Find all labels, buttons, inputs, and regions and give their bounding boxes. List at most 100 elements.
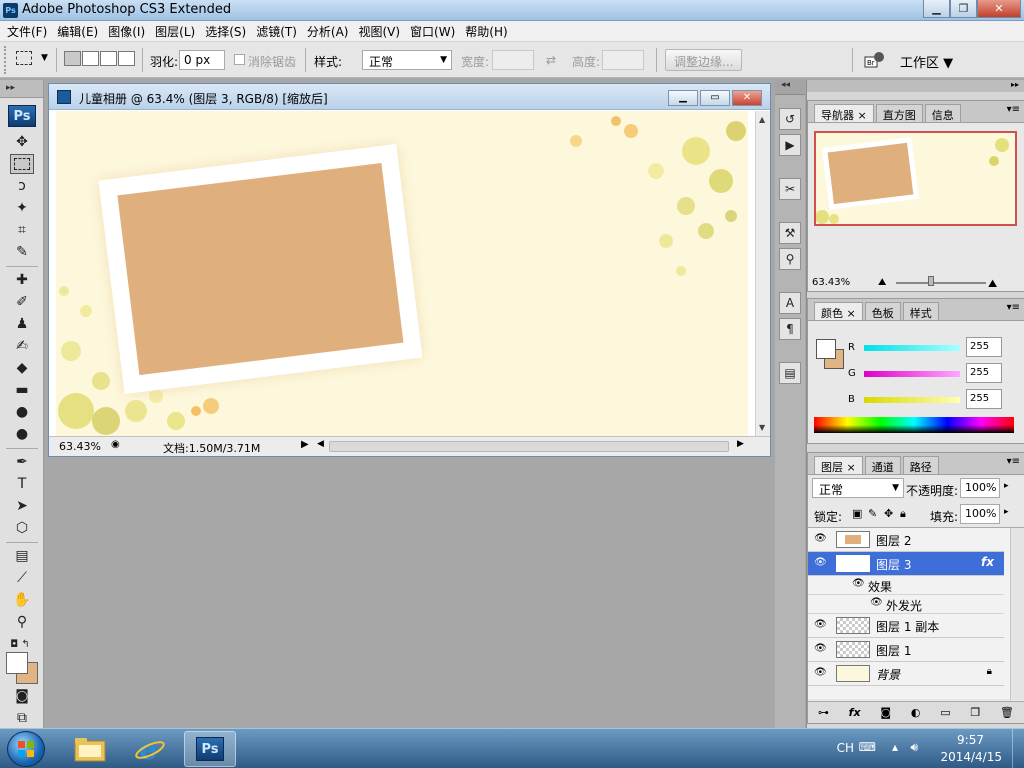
new-layer-icon[interactable]: ❐ — [970, 706, 980, 719]
pen-tool-icon[interactable]: ✒ — [10, 452, 34, 472]
scroll-right-icon[interactable]: ▶ — [737, 439, 744, 449]
foreground-color-swatch[interactable] — [6, 652, 28, 674]
zoom-tool-icon[interactable]: ⚲ — [10, 612, 34, 632]
move-tool-icon[interactable]: ✥ — [10, 132, 34, 152]
panel-menu-icon[interactable]: ▾≡ — [1007, 104, 1020, 115]
quick-mask-icon[interactable]: ◙ — [10, 686, 34, 706]
style-select[interactable]: 正常 ▼ — [362, 50, 452, 70]
opacity-arrow-icon[interactable]: ▸ — [1004, 481, 1009, 491]
swap-icon[interactable]: ⇄ — [546, 53, 556, 67]
new-group-icon[interactable]: ▭ — [940, 706, 950, 719]
start-button[interactable] — [7, 731, 45, 767]
layer-row[interactable]: 👁︎ 图层 1 — [808, 638, 1004, 662]
clock-time[interactable]: 9:57 — [957, 733, 984, 747]
layer-row[interactable]: 👁︎ 图层 3 fx — [808, 552, 1004, 576]
tool-preset-icon[interactable] — [16, 51, 32, 65]
intersect-selection-icon[interactable] — [118, 51, 135, 66]
menu-layer[interactable]: 图层(L) — [150, 23, 200, 40]
healing-brush-icon[interactable]: ✚ — [10, 270, 34, 290]
type-tool-icon[interactable]: T — [10, 474, 34, 494]
zoom-slider-handle[interactable] — [928, 276, 934, 286]
clone-stamp-icon[interactable]: ♟ — [10, 314, 34, 334]
toolbox-header[interactable]: ▸▸ — [0, 80, 43, 98]
crop-tool-icon[interactable]: ⌗ — [10, 220, 34, 240]
add-selection-icon[interactable] — [82, 51, 99, 66]
tab-info[interactable]: 信息 — [924, 104, 961, 122]
scroll-left-icon[interactable]: ◀ — [317, 439, 324, 449]
layer-mask-icon[interactable]: ◙ — [880, 706, 891, 719]
ime-indicator[interactable]: CH — [837, 741, 854, 755]
menu-image[interactable]: 图像(I) — [103, 23, 150, 40]
vertical-scrollbar[interactable]: ▲ ▼ — [755, 111, 770, 436]
color-foreground-swatch[interactable] — [816, 339, 836, 359]
layer-row[interactable]: 👁︎ 图层 1 副本 — [808, 614, 1004, 638]
status-arrow-icon[interactable]: ▶ — [301, 439, 309, 450]
lasso-tool-icon[interactable]: ↄ — [10, 176, 34, 196]
brush-tool-icon[interactable]: ✐ — [10, 292, 34, 312]
internet-explorer-icon[interactable]: e — [124, 731, 176, 767]
tab-navigator[interactable]: 导航器 × — [814, 104, 874, 122]
photo-frame[interactable] — [98, 144, 423, 395]
channel-b-input[interactable]: 255 — [966, 389, 1002, 409]
options-grip[interactable] — [4, 46, 10, 74]
width-input[interactable] — [492, 50, 534, 70]
eye-icon[interactable]: 👁︎ — [814, 667, 827, 678]
maximize-button[interactable]: ❐ — [950, 0, 977, 18]
blend-mode-select[interactable]: 正常 ▼ — [812, 478, 904, 498]
eye-icon[interactable]: 👁︎ — [814, 557, 827, 568]
ps-logo[interactable]: Ps — [8, 105, 36, 127]
status-menu-icon[interactable]: ◉ — [111, 439, 120, 450]
layers-scrollbar[interactable] — [1010, 528, 1024, 700]
clock-date[interactable]: 2014/4/15 — [940, 750, 1002, 764]
menu-window[interactable]: 窗口(W) — [405, 23, 460, 40]
tool-presets-icon[interactable]: ⚒ — [779, 222, 801, 244]
brushes-panel-icon[interactable]: ✂ — [779, 178, 801, 200]
horizontal-scrollbar[interactable] — [329, 441, 729, 452]
eraser-icon[interactable]: ◆ — [10, 358, 34, 378]
effects-row[interactable]: 👁︎ 效果 — [808, 576, 1004, 595]
dodge-tool-icon[interactable]: ● — [10, 424, 34, 444]
shape-tool-icon[interactable]: ⬡ — [10, 518, 34, 538]
channel-r-slider[interactable] — [864, 345, 960, 351]
document-close-button[interactable]: ✕ — [732, 90, 762, 106]
close-button[interactable]: ✕ — [977, 0, 1021, 18]
eye-icon[interactable]: 👁︎ — [814, 619, 827, 630]
eye-icon[interactable]: 👁︎ — [814, 533, 827, 544]
layer-row[interactable]: 👁︎ 背景 🔒︎ — [808, 662, 1004, 686]
hand-tool-icon[interactable]: ✋ — [10, 590, 34, 610]
document-minimize-button[interactable]: ▁ — [668, 90, 698, 106]
zoom-out-icon[interactable]: ⛰ — [878, 277, 886, 288]
link-layers-icon[interactable]: ⊶ — [818, 706, 829, 719]
lock-pixels-icon[interactable]: ✎ — [868, 507, 877, 520]
lock-transparency-icon[interactable]: ▣ — [852, 507, 862, 520]
marquee-tool-icon[interactable] — [10, 154, 34, 174]
paragraph-panel-icon[interactable]: ¶ — [779, 318, 801, 340]
notes-tool-icon[interactable]: ▤ — [10, 546, 34, 566]
outer-glow-row[interactable]: 👁︎ 外发光 — [808, 595, 1004, 614]
menu-analysis[interactable]: 分析(A) — [302, 23, 354, 40]
menu-help[interactable]: 帮助(H) — [460, 23, 512, 40]
document-title-bar[interactable]: 儿童相册 @ 63.4% (图层 3, RGB/8) [缩放后] ▁ ▭ ✕ — [49, 84, 770, 110]
menu-view[interactable]: 视图(V) — [353, 23, 405, 40]
canvas[interactable] — [56, 111, 748, 436]
eye-icon[interactable]: 👁︎ — [814, 643, 827, 654]
photoshop-taskbar-button[interactable]: Ps — [184, 731, 236, 767]
screen-mode-icon[interactable]: ⧉ — [10, 708, 34, 728]
workspace-menu[interactable]: 工作区 ▼ — [900, 52, 953, 71]
clone-source-icon[interactable]: ⚲ — [779, 248, 801, 270]
magic-wand-icon[interactable]: ✦ — [10, 198, 34, 218]
minimize-button[interactable]: ▁ — [923, 0, 950, 18]
channel-g-input[interactable]: 255 — [966, 363, 1002, 383]
zoom-slider[interactable] — [896, 282, 986, 284]
tab-histogram[interactable]: 直方图 — [875, 104, 923, 122]
slice-tool-icon[interactable]: ✎ — [10, 242, 34, 262]
layer-comps-icon[interactable]: ▤ — [779, 362, 801, 384]
actions-panel-icon[interactable]: ▶ — [779, 134, 801, 156]
tab-styles[interactable]: 样式 — [902, 302, 939, 320]
eye-icon[interactable]: 👁︎ — [870, 597, 883, 608]
fx-icon[interactable]: fx — [981, 555, 994, 569]
feather-input[interactable]: 0 px — [179, 50, 225, 70]
fill-input[interactable]: 100% — [960, 504, 1000, 524]
chevron-down-icon[interactable]: ▼ — [41, 53, 48, 63]
scroll-up-icon[interactable]: ▲ — [759, 115, 765, 124]
